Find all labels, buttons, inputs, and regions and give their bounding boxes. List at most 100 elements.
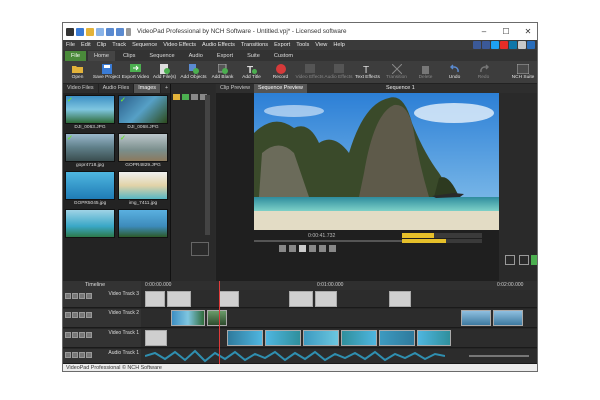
mute-icon[interactable] — [72, 312, 78, 318]
clip[interactable] — [389, 291, 411, 307]
menu-audio-effects[interactable]: Audio Effects — [202, 42, 235, 48]
stop-icon[interactable] — [309, 245, 316, 252]
delete-button[interactable]: Delete — [411, 61, 440, 83]
tab-export[interactable]: Export — [211, 51, 239, 61]
add-blank-button[interactable]: Add Blank — [208, 61, 237, 83]
tab-suite[interactable]: Suite — [241, 51, 266, 61]
add-objects-button[interactable]: Add Objects — [179, 61, 208, 83]
menu-video-effects[interactable]: Video Effects — [163, 42, 196, 48]
mute-icon[interactable] — [72, 332, 78, 338]
linkedin-icon[interactable] — [509, 41, 517, 49]
lock-icon[interactable] — [65, 332, 71, 338]
save-icon[interactable] — [76, 27, 84, 36]
new-icon[interactable] — [96, 27, 104, 36]
email-icon[interactable] — [518, 41, 526, 49]
menu-edit[interactable]: Edit — [81, 42, 91, 48]
play-icon[interactable] — [299, 245, 306, 252]
seek-bar[interactable] — [254, 240, 414, 242]
timeline-ruler[interactable]: 0:00:00.000 0:01:00.000 0:02:00.000 — [141, 281, 537, 290]
undo-button[interactable]: Undo — [440, 61, 469, 83]
tab-video-files[interactable]: Video Files — [63, 84, 99, 93]
clip[interactable] — [315, 291, 337, 307]
tab-home[interactable]: Home — [88, 51, 115, 61]
tab-sequence[interactable]: Sequence — [143, 51, 180, 61]
menu-export[interactable]: Export — [274, 42, 290, 48]
clip[interactable] — [461, 310, 491, 326]
media-item[interactable]: ✓ DJI_0063.JPG — [65, 95, 115, 132]
redo-button[interactable]: Redo — [469, 61, 498, 83]
track-video-2[interactable] — [141, 309, 537, 328]
clip[interactable] — [145, 330, 167, 346]
tab-clip-preview[interactable]: Clip Preview — [216, 84, 254, 93]
media-item[interactable]: GOPR5045.jpg — [65, 171, 115, 208]
dropdown-icon[interactable] — [126, 27, 131, 36]
export-video-button[interactable]: Export Video — [121, 61, 150, 83]
mute-icon[interactable] — [72, 352, 78, 358]
media-item[interactable] — [65, 209, 115, 246]
track-video-3[interactable] — [141, 290, 537, 308]
open-button[interactable]: Open — [63, 61, 92, 83]
clip[interactable] — [417, 330, 451, 346]
media-item[interactable]: ✓ gopr4718.jpg — [65, 133, 115, 170]
tab-audio-files[interactable]: Audio Files — [99, 84, 135, 93]
step-back-icon[interactable] — [289, 245, 296, 252]
mute-icon[interactable] — [72, 293, 78, 299]
media-item[interactable]: ✓ GOPR4829.JPG — [118, 133, 168, 170]
menu-transitions[interactable]: Transitions — [241, 42, 268, 48]
effects-icon[interactable] — [86, 312, 92, 318]
save-project-button[interactable]: Save Project — [92, 61, 121, 83]
menu-sequence[interactable]: Sequence — [132, 42, 157, 48]
menu-file[interactable]: File — [66, 42, 75, 48]
tab-images[interactable]: Images — [134, 84, 161, 93]
media-scrollbar[interactable] — [205, 95, 210, 235]
add-to-sequence-icon[interactable] — [531, 255, 537, 265]
tab-custom[interactable]: Custom — [268, 51, 299, 61]
facebook-icon[interactable] — [482, 41, 490, 49]
transition-button[interactable]: Transition — [382, 61, 411, 83]
split-icon[interactable] — [505, 255, 515, 265]
video-effects-button[interactable]: Video Effects — [295, 61, 324, 83]
add-icon[interactable] — [182, 94, 189, 100]
redo-icon[interactable] — [116, 27, 124, 36]
record-button[interactable]: Record — [266, 61, 295, 83]
audio-effects-button[interactable]: Audio Effects — [324, 61, 353, 83]
text-effects-button[interactable]: T Text Effects — [353, 61, 382, 83]
clip[interactable] — [227, 330, 263, 346]
snapshot-icon[interactable] — [519, 255, 529, 265]
tab-audio[interactable]: Audio — [183, 51, 209, 61]
menu-track[interactable]: Track — [112, 42, 126, 48]
twitter-icon[interactable] — [491, 41, 499, 49]
lock-icon[interactable] — [65, 352, 71, 358]
step-forward-icon[interactable] — [319, 245, 326, 252]
maximize-button[interactable]: ☐ — [495, 23, 517, 40]
media-item[interactable] — [118, 209, 168, 246]
folder-icon[interactable] — [86, 27, 94, 36]
clip[interactable] — [341, 330, 377, 346]
menu-tools[interactable]: Tools — [296, 42, 309, 48]
clip[interactable] — [493, 310, 523, 326]
menu-view[interactable]: View — [315, 42, 327, 48]
help-icon[interactable] — [527, 41, 535, 49]
clip[interactable] — [379, 330, 415, 346]
clip[interactable] — [303, 330, 339, 346]
clip[interactable] — [265, 330, 301, 346]
clip[interactable] — [145, 291, 165, 307]
folder-icon[interactable] — [173, 94, 180, 100]
zoom-slider[interactable] — [469, 355, 529, 357]
media-item[interactable]: ✓ DJI_0068.JPG — [118, 95, 168, 132]
minimize-button[interactable]: – — [473, 23, 495, 40]
tab-sequence-preview[interactable]: Sequence Preview — [253, 84, 307, 93]
tab-clips[interactable]: Clips — [117, 51, 141, 61]
hide-icon[interactable] — [79, 312, 85, 318]
effects-icon[interactable] — [86, 293, 92, 299]
youtube-icon[interactable] — [500, 41, 508, 49]
track-video-1[interactable] — [141, 329, 537, 348]
clip[interactable] — [219, 291, 239, 307]
menu-help[interactable]: Help — [333, 42, 345, 48]
clip[interactable] — [167, 291, 191, 307]
undo-icon[interactable] — [106, 27, 114, 36]
effects-icon[interactable] — [86, 352, 92, 358]
hide-icon[interactable] — [79, 352, 85, 358]
track-audio-1[interactable] — [141, 349, 537, 364]
lock-icon[interactable] — [65, 293, 71, 299]
